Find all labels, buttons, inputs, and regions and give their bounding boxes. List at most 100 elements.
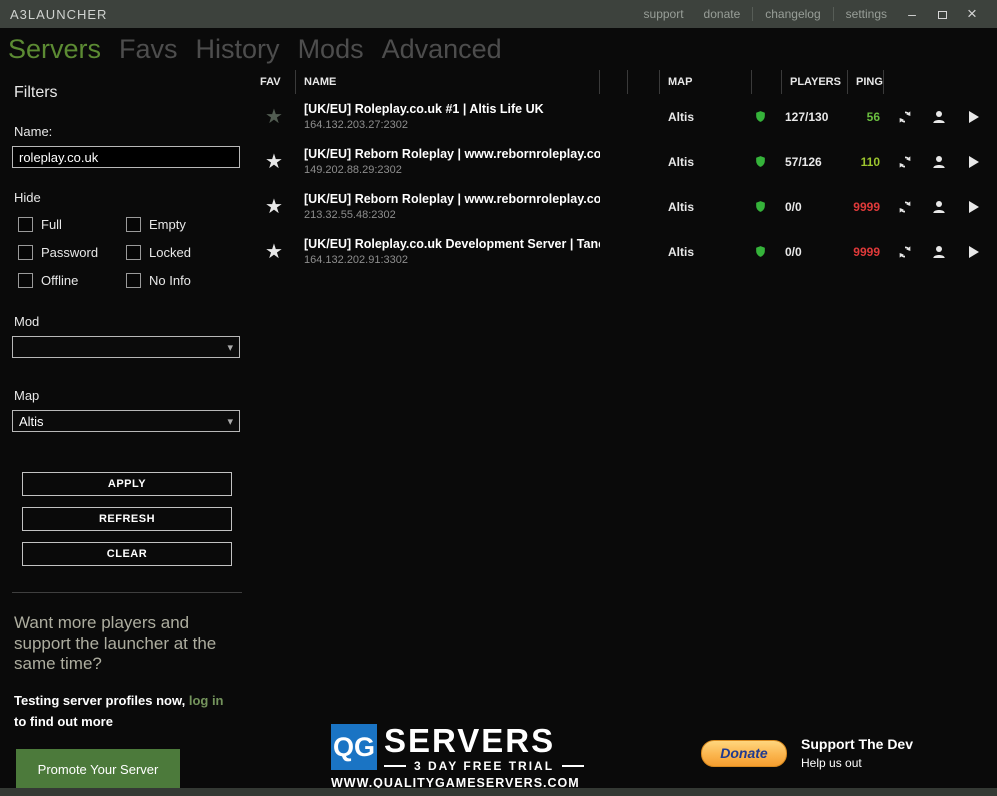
- server-map: Altis: [668, 154, 695, 169]
- table-row[interactable]: ★ [UK/EU] Reborn Roleplay | www.rebornro…: [252, 184, 997, 229]
- server-players: 0/0: [785, 199, 802, 214]
- table-row[interactable]: ★ [UK/EU] Reborn Roleplay | www.rebornro…: [252, 139, 997, 184]
- donate-link[interactable]: donate: [694, 7, 751, 21]
- paypal-donate-button[interactable]: Donate: [701, 739, 787, 767]
- server-ping: 110: [860, 154, 880, 169]
- app-title: A3LAUNCHER: [10, 6, 108, 22]
- join-server-icon[interactable]: [964, 153, 981, 170]
- table-row[interactable]: ★ [UK/EU] Roleplay.co.uk #1 | Altis Life…: [252, 94, 997, 139]
- tab-history[interactable]: History: [196, 34, 280, 65]
- tab-mods[interactable]: Mods: [298, 34, 364, 65]
- tab-servers[interactable]: Servers: [8, 34, 101, 65]
- promo-headline: Want more players and support the launch…: [14, 613, 217, 674]
- header-mod[interactable]: [628, 70, 660, 94]
- checkbox-icon[interactable]: [18, 217, 33, 232]
- join-server-icon[interactable]: [964, 243, 981, 260]
- hide-section-label: Hide: [14, 190, 41, 205]
- clear-button[interactable]: CLEAR: [22, 542, 232, 566]
- qg-servers-ad[interactable]: QG SERVERS 3 DAY FREE TRIAL WWW.QUALITYG…: [331, 722, 585, 790]
- join-server-icon[interactable]: [964, 108, 981, 125]
- checkbox-offline[interactable]: Offline: [18, 273, 126, 288]
- checkbox-noinfo[interactable]: No Info: [126, 273, 234, 288]
- changelog-link[interactable]: changelog: [755, 7, 830, 21]
- checkbox-locked[interactable]: Locked: [126, 245, 234, 260]
- favorite-star-icon[interactable]: ★: [252, 107, 296, 127]
- checkbox-icon[interactable]: [126, 273, 141, 288]
- qg-trial-line: 3 DAY FREE TRIAL: [384, 759, 585, 773]
- promo-login-line: Testing server profiles now, log in to f…: [14, 691, 242, 733]
- checkbox-icon[interactable]: [126, 245, 141, 260]
- refresh-server-icon[interactable]: [896, 243, 913, 260]
- battleye-shield-icon: [752, 108, 769, 125]
- tab-favs[interactable]: Favs: [119, 34, 178, 65]
- server-address: 164.132.203.27:2302: [304, 119, 408, 131]
- checkbox-icon[interactable]: [18, 245, 33, 260]
- qg-brand-text: SERVERS: [384, 722, 556, 759]
- players-list-icon[interactable]: [930, 153, 947, 170]
- qg-brand-block: SERVERS 3 DAY FREE TRIAL: [384, 722, 585, 773]
- server-name-cell: [UK/EU] Reborn Roleplay | www.rebornrole…: [296, 192, 600, 221]
- refresh-server-icon[interactable]: [896, 108, 913, 125]
- refresh-server-icon[interactable]: [896, 198, 913, 215]
- name-filter-input[interactable]: [12, 146, 240, 168]
- join-server-icon[interactable]: [964, 198, 981, 215]
- header-ping[interactable]: PING: [848, 70, 884, 94]
- server-map: Altis: [668, 244, 695, 259]
- qg-logo-row: QG SERVERS 3 DAY FREE TRIAL: [331, 722, 585, 773]
- header-status[interactable]: [752, 70, 782, 94]
- decorative-line: [562, 765, 585, 767]
- titlebar: A3LAUNCHER support donate changelog sett…: [0, 0, 997, 28]
- table-row[interactable]: ★ [UK/EU] Roleplay.co.uk Development Ser…: [252, 229, 997, 274]
- server-name: [UK/EU] Roleplay.co.uk Development Serve…: [304, 237, 600, 251]
- header-map[interactable]: MAP: [660, 70, 752, 94]
- server-address: 149.202.88.29:2302: [304, 164, 402, 176]
- minimize-button[interactable]: –: [897, 6, 927, 22]
- settings-link[interactable]: settings: [836, 7, 897, 21]
- checkbox-icon[interactable]: [18, 273, 33, 288]
- mod-select[interactable]: ▾: [12, 336, 240, 358]
- checkbox-label: Full: [41, 217, 62, 232]
- server-map: Altis: [668, 109, 695, 124]
- favorite-star-icon[interactable]: ★: [252, 197, 296, 217]
- decorative-line: [384, 765, 406, 767]
- log-in-link[interactable]: log in: [189, 693, 224, 708]
- row-actions: [884, 108, 997, 125]
- server-map: Altis: [668, 199, 695, 214]
- header-name[interactable]: NAME: [296, 70, 600, 94]
- players-list-icon[interactable]: [930, 243, 947, 260]
- promo-login-suffix: to find out more: [14, 714, 113, 729]
- name-filter-label: Name:: [14, 124, 53, 139]
- server-ping: 9999: [853, 244, 880, 259]
- server-name-cell: [UK/EU] Roleplay.co.uk Development Serve…: [296, 237, 600, 266]
- header-lock[interactable]: [600, 70, 628, 94]
- header-fav[interactable]: FAV: [252, 70, 296, 94]
- players-list-icon[interactable]: [930, 108, 947, 125]
- server-name-cell: [UK/EU] Reborn Roleplay | www.rebornrole…: [296, 147, 600, 176]
- close-button[interactable]: ×: [957, 4, 987, 24]
- refresh-server-icon[interactable]: [896, 153, 913, 170]
- support-link[interactable]: support: [634, 7, 694, 21]
- server-name: [UK/EU] Reborn Roleplay | www.rebornrole…: [304, 147, 600, 161]
- apply-button[interactable]: APPLY: [22, 472, 232, 496]
- players-list-icon[interactable]: [930, 198, 947, 215]
- checkbox-empty[interactable]: Empty: [126, 217, 234, 232]
- checkbox-full[interactable]: Full: [18, 217, 126, 232]
- server-name: [UK/EU] Roleplay.co.uk #1 | Altis Life U…: [304, 102, 544, 116]
- favorite-star-icon[interactable]: ★: [252, 242, 296, 262]
- checkbox-icon[interactable]: [126, 217, 141, 232]
- titlebar-divider: [832, 7, 834, 21]
- maximize-button[interactable]: [927, 6, 957, 22]
- mod-filter-label: Mod: [14, 314, 40, 329]
- checkbox-label: Locked: [149, 245, 191, 260]
- refresh-button[interactable]: REFRESH: [22, 507, 232, 531]
- checkbox-password[interactable]: Password: [18, 245, 126, 260]
- map-select-value: Altis: [19, 413, 44, 429]
- main-nav: Servers Favs History Mods Advanced: [0, 28, 997, 70]
- header-players[interactable]: PLAYERS: [782, 70, 848, 94]
- tab-advanced[interactable]: Advanced: [382, 34, 502, 65]
- bottom-statusbar: [0, 788, 997, 796]
- battleye-shield-icon: [752, 243, 769, 260]
- map-select[interactable]: Altis ▾: [12, 410, 240, 432]
- promote-server-button[interactable]: Promote Your Server: [16, 748, 180, 790]
- favorite-star-icon[interactable]: ★: [252, 152, 296, 172]
